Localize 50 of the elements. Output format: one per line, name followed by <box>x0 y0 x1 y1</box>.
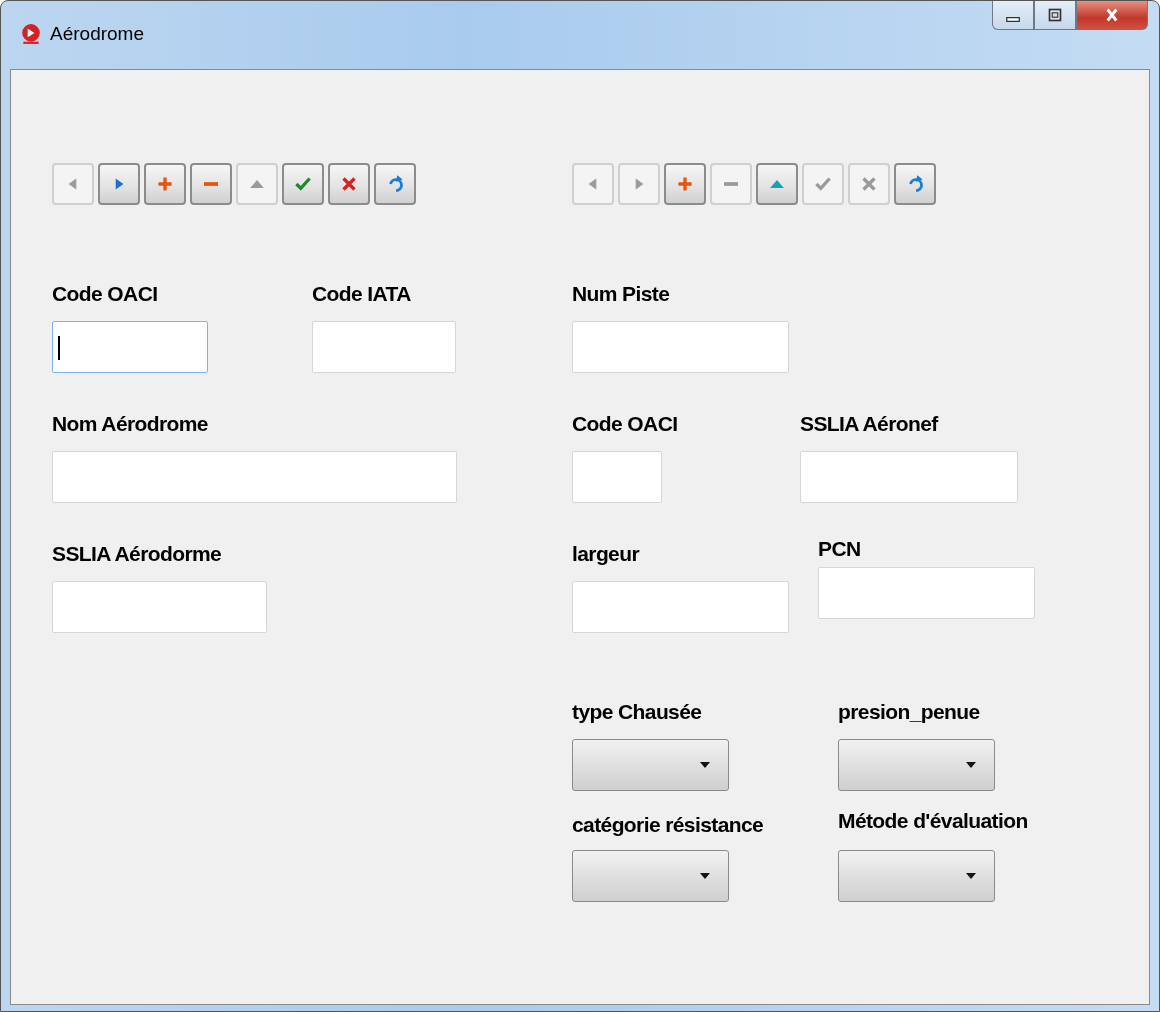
field-label: Code OACI <box>572 411 678 437</box>
minus-icon <box>204 182 218 186</box>
delete-button[interactable] <box>190 163 232 205</box>
next-button[interactable] <box>98 163 140 205</box>
field-label: Num Piste <box>572 281 670 307</box>
dropdown-field[interactable] <box>572 739 729 791</box>
field-label: Nom Aérodrome <box>52 411 208 437</box>
cancel-button[interactable] <box>328 163 370 205</box>
text-field[interactable] <box>572 451 662 503</box>
insert-button[interactable] <box>664 163 706 205</box>
edit-button[interactable] <box>756 163 798 205</box>
window-title: Aérodrome <box>50 23 144 45</box>
up-triangle-icon <box>770 180 784 188</box>
text-field[interactable] <box>52 451 457 503</box>
field-label: SSLIA Aérodorme <box>52 541 222 567</box>
app-icon <box>20 23 42 45</box>
text-field[interactable] <box>800 451 1018 503</box>
field-label: SSLIA Aéronef <box>800 411 938 437</box>
field-label: Métode d'évaluation <box>838 808 1028 834</box>
caret-icon <box>966 762 976 768</box>
dropdown-field[interactable] <box>838 739 995 791</box>
field-label: type Chausée <box>572 699 702 725</box>
refresh-button[interactable] <box>894 163 936 205</box>
close-button[interactable] <box>1076 1 1148 30</box>
text-field[interactable] <box>572 581 789 633</box>
minimize-icon <box>1006 16 1020 22</box>
insert-button[interactable] <box>144 163 186 205</box>
field-label: Code IATA <box>312 281 411 307</box>
field-label: Code OACI <box>52 281 158 307</box>
minus-icon <box>724 182 738 186</box>
dropdown-field[interactable] <box>572 850 729 902</box>
field-label: presion_penue <box>838 699 980 725</box>
text-field[interactable] <box>818 567 1035 619</box>
text-field[interactable] <box>52 321 208 373</box>
maximize-button[interactable] <box>1034 1 1076 30</box>
caret-icon <box>966 873 976 879</box>
caret-icon <box>700 762 710 768</box>
up-triangle-icon <box>250 180 264 188</box>
field-label: catégorie résistance <box>572 812 764 838</box>
text-field[interactable] <box>572 321 789 373</box>
text-cursor <box>58 336 60 360</box>
caret-icon <box>700 873 710 879</box>
post-button[interactable] <box>282 163 324 205</box>
text-field[interactable] <box>312 321 456 373</box>
field-label: PCN <box>818 536 861 562</box>
refresh-button[interactable] <box>374 163 416 205</box>
minimize-button[interactable] <box>992 1 1034 30</box>
field-label: largeur <box>572 541 639 567</box>
text-field[interactable] <box>52 581 267 633</box>
dropdown-field[interactable] <box>838 850 995 902</box>
